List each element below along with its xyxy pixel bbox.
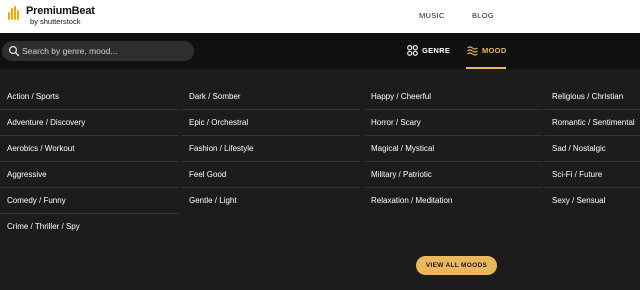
mood-column-1: Action / Sports Adventure / Discovery Ae…: [0, 84, 179, 240]
logo-bars-icon: [8, 6, 22, 20]
top-bar: PremiumBeat by shutterstock MUSIC BLOG: [0, 0, 640, 33]
mood-item-gentle-light[interactable]: Gentle / Light: [182, 188, 360, 214]
mood-item-sad-nostalgic[interactable]: Sad / Nostalgic: [545, 136, 640, 162]
mood-item-crime-thriller-spy[interactable]: Crime / Thriller / Spy: [0, 214, 179, 240]
mood-item-relaxation-meditation[interactable]: Relaxation / Meditation: [364, 188, 542, 214]
mood-column-4: Religious / Christian Romantic / Sentime…: [545, 84, 640, 214]
mood-column-3: Happy / Cheerful Horror / Scary Magical …: [364, 84, 542, 214]
mood-item-epic-orchestral[interactable]: Epic / Orchestral: [182, 110, 360, 136]
search-icon: [8, 45, 20, 57]
mood-item-comedy-funny[interactable]: Comedy / Funny: [0, 188, 179, 214]
mood-item-aggressive[interactable]: Aggressive: [0, 162, 179, 188]
mood-item-feel-good[interactable]: Feel Good: [182, 162, 360, 188]
nav-music[interactable]: MUSIC: [419, 11, 445, 20]
active-tab-indicator: [466, 67, 506, 69]
tab-genre-label: GENRE: [422, 46, 451, 55]
mood-column-2: Dark / Somber Epic / Orchestral Fashion …: [182, 84, 360, 214]
mood-item-romantic-sentimental[interactable]: Romantic / Sentimental: [545, 110, 640, 136]
logo-title: PremiumBeat: [26, 5, 95, 17]
mood-item-military-patriotic[interactable]: Military / Patriotic: [364, 162, 542, 188]
search-input[interactable]: [22, 43, 187, 59]
mood-item-sci-fi-future[interactable]: Sci-Fi / Future: [545, 162, 640, 188]
genre-grid-icon: [407, 45, 418, 56]
mood-item-aerobics-workout[interactable]: Aerobics / Workout: [0, 136, 179, 162]
nav-blog[interactable]: BLOG: [472, 11, 494, 20]
mood-item-religious-christian[interactable]: Religious / Christian: [545, 84, 640, 110]
tab-mood-label: MOOD: [482, 46, 507, 55]
mood-item-dark-somber[interactable]: Dark / Somber: [182, 84, 360, 110]
mood-item-happy-cheerful[interactable]: Happy / Cheerful: [364, 84, 542, 110]
mood-item-magical-mystical[interactable]: Magical / Mystical: [364, 136, 542, 162]
mood-item-horror-scary[interactable]: Horror / Scary: [364, 110, 542, 136]
view-all-moods-button[interactable]: VIEW ALL MOODS: [416, 256, 497, 275]
mood-item-fashion-lifestyle[interactable]: Fashion / Lifestyle: [182, 136, 360, 162]
mood-item-adventure-discovery[interactable]: Adventure / Discovery: [0, 110, 179, 136]
mood-waves-icon: [467, 46, 478, 56]
search-box[interactable]: [2, 41, 194, 61]
logo-subtitle: by shutterstock: [30, 17, 81, 26]
mood-item-sexy-sensual[interactable]: Sexy / Sensual: [545, 188, 640, 214]
search-bar-row: GENRE MOOD: [0, 33, 640, 69]
mood-item-action-sports[interactable]: Action / Sports: [0, 84, 179, 110]
